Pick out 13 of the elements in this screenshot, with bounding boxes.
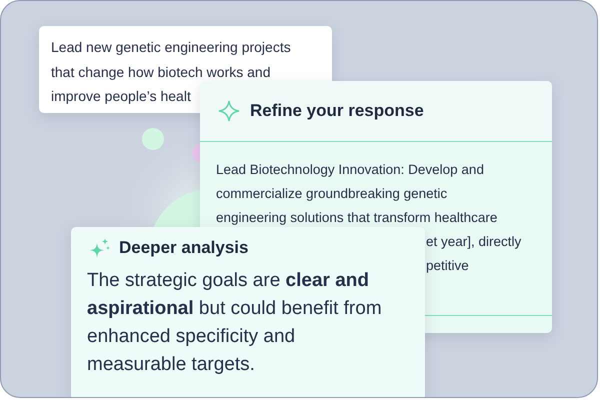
card-title: Deeper analysis [119,238,248,258]
response-text: commercialize groundbreaking genetic [216,185,448,203]
response-text: engineering solutions that transform healthcare [216,209,498,227]
prompt-text: improve people’s healt [51,87,192,106]
sparkle-icon [218,100,240,122]
prompt-text: Lead new genetic engineering projects [51,38,292,57]
analysis-text: The strategic goals are clear and aspirational but could benefit from enhanced specificity and measurable targets. [87,269,383,377]
response-text: et year], directly [426,233,522,251]
prompt-text: that change how biotech works and [51,62,272,82]
response-text: Lead Biotechnology Innovation: Develop and [216,161,485,179]
card-title: Refine your response [250,101,424,121]
sparkles-icon [89,237,111,259]
response-text: petitive [426,257,469,275]
